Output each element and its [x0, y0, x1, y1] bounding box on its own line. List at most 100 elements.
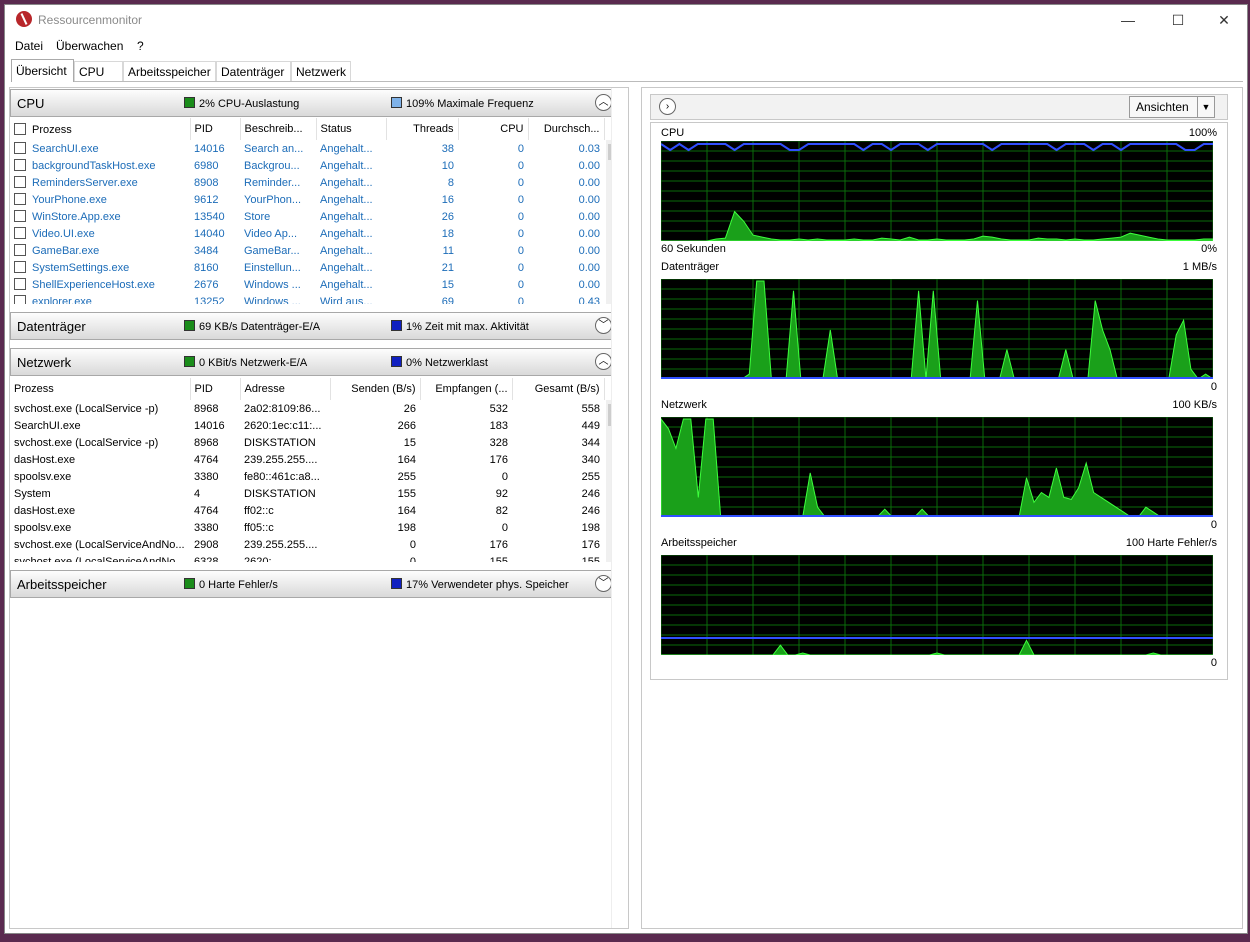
table-cell: 4764 [194, 453, 219, 466]
row-checkbox[interactable] [14, 278, 26, 290]
col-net-adresse[interactable]: Adresse [240, 378, 331, 400]
table-cell: 0.00 [578, 261, 600, 274]
table-row[interactable]: dasHost.exe 4764 239.255.255.... 164 176 340 [10, 451, 604, 468]
table-cell: Angehalt... [320, 244, 373, 257]
table-row[interactable]: YourPhone.exe 9612 YourPhon... Angehalt... 1… [10, 191, 604, 208]
disk-expand-chevron-down-icon[interactable]: ﹀ [595, 317, 612, 334]
tab-arbeitsspeicher[interactable]: Arbeitsspeicher [123, 61, 216, 81]
table-row[interactable]: RemindersServer.exe 8908 Reminder... Angeha… [10, 174, 604, 191]
left-pane-scrollbar[interactable] [611, 88, 628, 928]
tab-cpu[interactable]: CPU [74, 61, 123, 81]
col-pid[interactable]: PID [190, 118, 241, 140]
table-row[interactable]: spoolsv.exe 3380 fe80::461c:a8... 255 0 255 [10, 468, 604, 485]
disk-section-header[interactable]: Datenträger 69 KB/s Datenträger-E/A 1% Z… [10, 312, 622, 340]
col-cpu[interactable]: CPU [458, 118, 529, 140]
table-cell: 532 [489, 402, 508, 415]
table-row[interactable]: backgroundTaskHost.exe 6980 Backgrou... Ang… [10, 157, 604, 174]
table-row[interactable]: explorer.exe 13252 Windows ... Wird aus... 6… [10, 293, 604, 304]
dropdown-arrow-icon[interactable]: ▼ [1197, 97, 1214, 117]
process-name: YourPhone.exe [32, 194, 107, 206]
table-row[interactable]: SearchUI.exe 14016 Search an... Angehalt...… [10, 140, 604, 157]
table-row[interactable]: dasHost.exe 4764 ff02::c 164 82 246 [10, 502, 604, 519]
row-checkbox[interactable] [14, 261, 26, 273]
memory-expand-chevron-down-icon[interactable]: ﹀ [595, 575, 612, 592]
row-checkbox[interactable] [14, 244, 26, 256]
disk-graph [661, 279, 1213, 379]
select-all-checkbox[interactable] [14, 122, 26, 135]
col-durchschnitt[interactable]: Durchsch... [528, 118, 605, 140]
table-cell: 255 [581, 470, 600, 483]
network-graph [661, 417, 1213, 517]
col-net-pid[interactable]: PID [190, 378, 241, 400]
graph-disk-min: 0 [1210, 381, 1217, 393]
table-cell: 0 [517, 210, 524, 223]
table-cell: 69 [441, 295, 454, 305]
table-cell: 0 [517, 295, 524, 305]
table-row[interactable]: System 4 DISKSTATION 155 92 246 [10, 485, 604, 502]
table-cell: Einstellun... [244, 261, 301, 274]
table-row[interactable]: Video.UI.exe 14040 Video Ap... Angehalt... 1… [10, 225, 604, 242]
network-section-title: Netzwerk [17, 355, 72, 370]
table-cell: Angehalt... [320, 278, 373, 291]
col-threads[interactable]: Threads [386, 118, 459, 140]
table-row[interactable]: ShellExperienceHost.exe 2676 Windows ... An… [10, 276, 604, 293]
tab-datentraeger[interactable]: Datenträger [216, 61, 291, 81]
row-checkbox[interactable] [14, 193, 26, 205]
table-cell: 13540 [194, 210, 225, 223]
table-row[interactable]: svchost.exe (LocalServiceAndNo... 2908 239… [10, 536, 604, 553]
row-checkbox[interactable] [14, 295, 26, 304]
col-beschreibung[interactable]: Beschreib... [240, 118, 317, 140]
col-net-empfangen[interactable]: Empfangen (... [420, 378, 513, 400]
table-cell: 21 [441, 261, 454, 274]
table-cell: 6980 [194, 159, 219, 172]
row-checkbox[interactable] [14, 142, 26, 154]
table-row[interactable]: GameBar.exe 3484 GameBar... Angehalt... 11 0 0… [10, 242, 604, 259]
table-cell: 14016 [194, 419, 225, 432]
close-button[interactable]: ✕ [1201, 5, 1247, 35]
minimize-button[interactable]: — [1105, 5, 1151, 35]
menu-help[interactable]: ? [137, 39, 144, 53]
col-net-gesamt[interactable]: Gesamt (B/s) [512, 378, 605, 400]
table-row[interactable]: svchost.exe (LocalService -p) 8968 2a02:81… [10, 400, 604, 417]
chevron-right-icon[interactable]: › [659, 98, 676, 115]
table-cell: Angehalt... [320, 227, 373, 240]
menu-ueberwachen[interactable]: Überwachen [56, 39, 123, 53]
table-cell: GameBar.exe [10, 242, 190, 259]
table-row[interactable]: WinStore.App.exe 13540 Store Angehalt... 26 0… [10, 208, 604, 225]
row-checkbox[interactable] [14, 159, 26, 171]
memory-section-header[interactable]: Arbeitsspeicher 0 Harte Fehler/s 17% Ver… [10, 570, 622, 598]
menu-datei[interactable]: Datei [15, 39, 43, 53]
row-checkbox[interactable] [14, 210, 26, 222]
col-status[interactable]: Status [316, 118, 387, 140]
col-prozess[interactable]: Prozess [10, 118, 191, 140]
table-row[interactable]: SearchUI.exe 14016 2620:1ec:c11:... 266 183 4… [10, 417, 604, 434]
table-cell: 239.255.255.... [244, 538, 318, 551]
row-checkbox[interactable] [14, 176, 26, 188]
cpu-collapse-chevron-up-icon[interactable]: ︿ [595, 94, 612, 111]
views-dropdown[interactable]: Ansichten ▼ [1129, 96, 1215, 118]
table-cell: 2620:... [244, 555, 281, 563]
table-row[interactable]: svchost.exe (LocalServiceAndNo... 6328 262… [10, 553, 604, 563]
table-cell: SearchUI.exe [14, 419, 81, 432]
graph-pane-header: › Ansichten ▼ [650, 94, 1228, 120]
table-cell: 340 [581, 453, 600, 466]
network-section-header[interactable]: Netzwerk 0 KBit/s Netzwerk-E/A 0% Netzwe… [10, 348, 622, 376]
col-net-prozess[interactable]: Prozess [10, 378, 191, 400]
maximize-button[interactable]: ☐ [1155, 5, 1201, 35]
table-row[interactable]: SystemSettings.exe 8160 Einstellun... Angeh… [10, 259, 604, 276]
tab-uebersicht[interactable]: Übersicht [11, 59, 74, 82]
network-collapse-chevron-up-icon[interactable]: ︿ [595, 353, 612, 370]
table-row[interactable]: svchost.exe (LocalService -p) 8968 DISKSTA… [10, 434, 604, 451]
table-cell: Reminder... [244, 176, 301, 189]
tab-netzwerk[interactable]: Netzwerk [291, 61, 351, 81]
col-net-senden[interactable]: Senden (B/s) [330, 378, 421, 400]
process-name: backgroundTaskHost.exe [32, 160, 156, 172]
cpu-frequency-stat: 109% Maximale Frequenz [391, 97, 534, 110]
row-checkbox[interactable] [14, 227, 26, 239]
table-cell: dasHost.exe [14, 504, 76, 517]
table-cell: 6328 [194, 555, 219, 563]
cpu-section-header[interactable]: CPU 2% CPU-Auslastung 109% Maximale Freq… [10, 89, 622, 117]
network-process-list: Prozess PID Adresse Senden (B/s) Empfang… [10, 378, 622, 562]
table-row[interactable]: spoolsv.exe 3380 ff05::c 198 0 198 [10, 519, 604, 536]
title-bar[interactable]: Ressourcenmonitor — ☐ ✕ [5, 5, 1247, 35]
